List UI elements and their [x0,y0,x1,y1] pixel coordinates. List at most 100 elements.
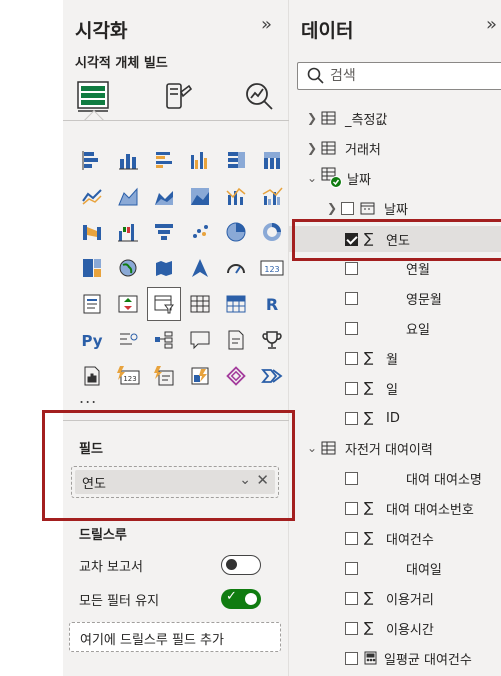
key-influencers-icon[interactable] [111,323,145,357]
field-checkbox[interactable] [345,651,358,665]
field-label: 날짜 [384,202,408,218]
power-automate-flow-icon[interactable] [255,359,289,393]
chevron-right-icon[interactable]: ❯ [307,111,321,125]
field-weekday[interactable]: 요일 [345,316,430,340]
format-visual-tab[interactable] [157,76,197,116]
field-checkbox[interactable] [345,561,358,575]
analytics-tab[interactable] [239,76,279,116]
stacked-column-chart-icon[interactable] [111,143,145,177]
100-stacked-column-chart-icon[interactable] [255,143,289,177]
table-measures[interactable]: ❯ _측정값 [307,106,387,130]
map-icon[interactable] [111,251,145,285]
r-script-visual-icon[interactable]: R [255,287,289,321]
line-chart-icon[interactable] [75,179,109,213]
field-checkbox[interactable] [345,621,358,635]
power-apps-diamond-icon[interactable] [219,359,253,393]
field-checkbox[interactable] [345,501,358,515]
line-and-clustered-column-chart-icon[interactable] [255,179,289,213]
calendar-icon [360,202,375,215]
clustered-column-chart-icon[interactable] [183,143,217,177]
table-client[interactable]: ❯ 거래처 [307,136,381,160]
ribbon-chart-icon[interactable] [75,215,109,249]
area-chart-icon[interactable] [111,179,145,213]
field-distance[interactable]: ∑ 이용거리 [345,586,434,610]
metrics-trophy-icon[interactable] [255,323,289,357]
field-english-month[interactable]: 영문월 [345,286,442,310]
more-visuals-button[interactable]: ... [79,388,97,407]
field-rental-count[interactable]: ∑ 대여건수 [345,526,434,550]
table-icon[interactable] [183,287,217,321]
field-id[interactable]: ∑ ID [345,406,400,430]
table-icon [321,111,336,125]
chevron-down-icon[interactable]: ⌄ [307,171,321,185]
pie-chart-icon[interactable] [219,215,253,249]
donut-chart-icon[interactable] [255,215,289,249]
field-daily-avg-rentals[interactable]: 일평균 대여건수 [345,646,472,670]
field-checkbox-checked[interactable] [345,232,358,246]
cross-report-toggle[interactable] [221,555,261,575]
power-apps-icon[interactable] [147,359,181,393]
add-drillthrough-field-well[interactable]: 여기에 드릴스루 필드 추가 [69,622,281,652]
scatter-chart-icon[interactable] [183,215,217,249]
collapse-visualizations-button[interactable]: » [261,14,272,35]
100-stacked-area-chart-icon[interactable] [183,179,217,213]
field-day[interactable]: ∑ 일 [345,376,398,400]
gauge-icon[interactable] [219,251,253,285]
keep-all-filters-toggle[interactable]: ✓ [221,589,261,609]
field-rental-station-name[interactable]: 대여 대여소명 [345,466,482,490]
table-name: _측정값 [345,112,388,128]
field-checkbox[interactable] [345,351,358,365]
stacked-bar-chart-icon[interactable] [75,143,109,177]
table-date[interactable]: ⌄ 날짜 [307,166,371,190]
field-year[interactable]: ∑ 연도 [345,227,410,251]
field-year-month[interactable]: 연월 [345,256,430,280]
chevron-down-icon[interactable]: ⌄ [239,472,251,488]
clustered-bar-chart-icon[interactable] [147,143,181,177]
stacked-area-chart-icon[interactable] [147,179,181,213]
remove-field-icon[interactable]: ✕ [256,471,269,489]
narrative-icon[interactable] [219,323,253,357]
card-icon[interactable]: 123 [255,251,289,285]
field-checkbox[interactable] [341,201,354,215]
field-checkbox[interactable] [345,471,358,485]
field-checkbox[interactable] [345,531,358,545]
power-automate-icon[interactable] [183,359,217,393]
treemap-icon[interactable] [75,251,109,285]
multi-row-card-icon[interactable] [75,287,109,321]
field-duration[interactable]: ∑ 이용시간 [345,616,434,640]
matrix-icon[interactable] [219,287,253,321]
field-pill-year[interactable]: 연도 ⌄ ✕ [75,470,275,494]
field-checkbox[interactable] [345,261,358,275]
filled-map-icon[interactable] [147,251,181,285]
field-rental-station-number[interactable]: ∑ 대여 대여소번호 [345,496,474,520]
field-checkbox[interactable] [345,321,358,335]
azure-map-icon[interactable] [183,251,217,285]
funnel-chart-icon[interactable] [147,215,181,249]
line-and-stacked-column-chart-icon[interactable] [219,179,253,213]
fields-well[interactable]: 연도 ⌄ ✕ [71,466,279,498]
search-input[interactable] [330,66,500,86]
field-checkbox[interactable] [345,591,358,605]
table-bike-rental-history[interactable]: ⌄ 자전거 대여이력 [307,436,433,460]
field-month[interactable]: ∑ 월 [345,346,398,370]
chevron-down-icon[interactable]: ⌄ [307,441,321,455]
field-rental-date[interactable]: 대여일 [345,556,442,580]
chevron-right-icon[interactable]: ❯ [327,201,341,215]
100-stacked-bar-chart-icon[interactable] [219,143,253,177]
power-apps-card-icon[interactable]: 123 [111,359,145,393]
qna-visual-icon[interactable] [183,323,217,357]
search-box[interactable] [297,62,501,90]
svg-text:123: 123 [264,265,279,274]
chevron-right-icon[interactable]: ❯ [307,141,321,155]
collapse-data-button[interactable]: » [486,14,497,35]
waterfall-chart-icon[interactable] [111,215,145,249]
kpi-icon[interactable] [111,287,145,321]
field-checkbox[interactable] [345,411,358,425]
field-date-hierarchy[interactable]: ❯ 날짜 [327,196,408,220]
field-checkbox[interactable] [345,291,358,305]
slicer-icon[interactable] [147,287,181,321]
python-visual-icon[interactable]: Py [75,323,109,357]
field-checkbox[interactable] [345,381,358,395]
data-pane: 데이터 » ❯ _측정값 ❯ 거래처 ⌄ 날짜 ❯ 날짜 ∑ 연도 연월 [289,0,501,676]
decomposition-tree-icon[interactable] [147,323,181,357]
